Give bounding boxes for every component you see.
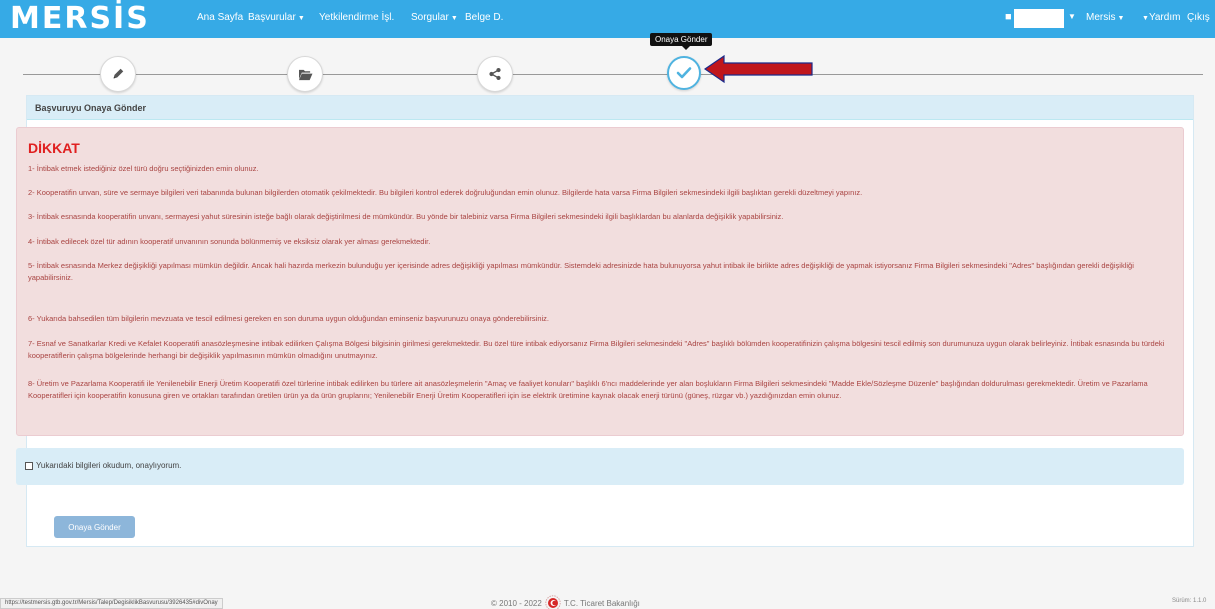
mersis-logo[interactable]: MERSİS (10, 4, 150, 34)
username-display[interactable] (1014, 9, 1064, 28)
check-icon (676, 67, 692, 79)
nav-home[interactable]: Ana Sayfa (197, 12, 243, 23)
red-arrow-annotation (704, 54, 813, 84)
nav-queries-label: Sorgular (411, 12, 449, 23)
nav-mersis-menu[interactable]: Mersis ▼ (1086, 12, 1124, 23)
caret-down-icon: ▼ (1142, 15, 1149, 22)
user-icon: ■ (1005, 11, 1012, 23)
ministry-name: T.C. Ticaret Bakanlığı (563, 598, 640, 608)
send-for-approval-button[interactable]: Onaya Gönder (54, 516, 135, 538)
alert-item-1: 1- İntibak etmek istediğiniz özel türü d… (28, 164, 259, 173)
nav-applications-label: Başvurular (248, 12, 296, 23)
step-tooltip: Onaya Gönder (650, 33, 713, 46)
version-label: Sürüm: 1.1.0 (1172, 598, 1207, 604)
ministry-logo-icon (545, 595, 561, 609)
confirm-box: Yukarıdaki bilgileri okudum, onaylıyorum… (16, 448, 1184, 485)
top-navbar: MERSİS Ana Sayfa Başvurular ▼ Yetkilendir… (0, 0, 1215, 38)
nav-documents[interactable]: Belge D. (465, 12, 503, 23)
caret-down-icon: ▼ (450, 15, 458, 22)
confirm-checkbox[interactable] (25, 462, 33, 470)
nav-mersis-label: Mersis (1086, 12, 1116, 23)
alert-item-7: 7- Esnaf ve Sanatkarlar Kredi ve Kefalet… (28, 339, 1165, 360)
nav-help-label: Yardım (1148, 12, 1181, 23)
alert-title: DİKKAT (28, 140, 80, 156)
alert-item-4: 4- İntibak edilecek özel tür adının koop… (28, 237, 431, 246)
alert-item-8: 8- Üretim ve Pazarlama Kooperatifi ile Y… (28, 379, 1148, 400)
nav-logout[interactable]: Çıkış (1187, 12, 1210, 23)
step-edit[interactable] (100, 56, 136, 92)
nav-queries[interactable]: Sorgular ▼ (411, 12, 458, 23)
step-share[interactable] (477, 56, 513, 92)
confirm-label[interactable]: Yukarıdaki bilgileri okudum, onaylıyorum… (36, 461, 181, 470)
footer: © 2010 - 2022 T.C. Ticaret Bakanlığı (491, 595, 640, 609)
pencil-icon (113, 68, 124, 79)
nav-help[interactable]: ▼Yardım (1140, 12, 1180, 23)
status-bar-url: https://testmersis.gtb.gov.tr/Mersis/Tal… (0, 598, 223, 609)
caret-down-icon: ▼ (297, 15, 305, 22)
caret-down-icon: ▼ (1117, 15, 1125, 22)
alert-item-3: 3- İntibak esnasında kooperatifin unvanı… (28, 212, 784, 221)
alert-item-2: 2- Kooperatifin unvan, süre ve sermaye b… (28, 188, 863, 197)
alert-item-6: 6- Yukarıda bahsedilen tüm bilgilerin me… (28, 314, 550, 323)
step-send-approval[interactable] (667, 56, 701, 90)
user-menu-caret-icon[interactable]: ▼ (1068, 12, 1076, 21)
share-icon (489, 67, 501, 81)
wizard-line (23, 74, 1203, 75)
nav-applications[interactable]: Başvurular ▼ (248, 12, 305, 23)
panel-heading: Başvuruyu Onaya Gönder (27, 96, 1193, 120)
tooltip-arrow (682, 46, 690, 50)
nav-authorization[interactable]: Yetkilendirme İşl. (319, 12, 394, 23)
step-documents[interactable] (287, 56, 323, 92)
folder-icon (298, 69, 312, 80)
alert-item-5: 5- İntibak esnasında Merkez değişikliği … (28, 261, 1134, 282)
warning-alert: DİKKAT 1- İntibak etmek istediğiniz özel… (16, 127, 1184, 436)
copyright-text: © 2010 - 2022 (491, 598, 542, 608)
